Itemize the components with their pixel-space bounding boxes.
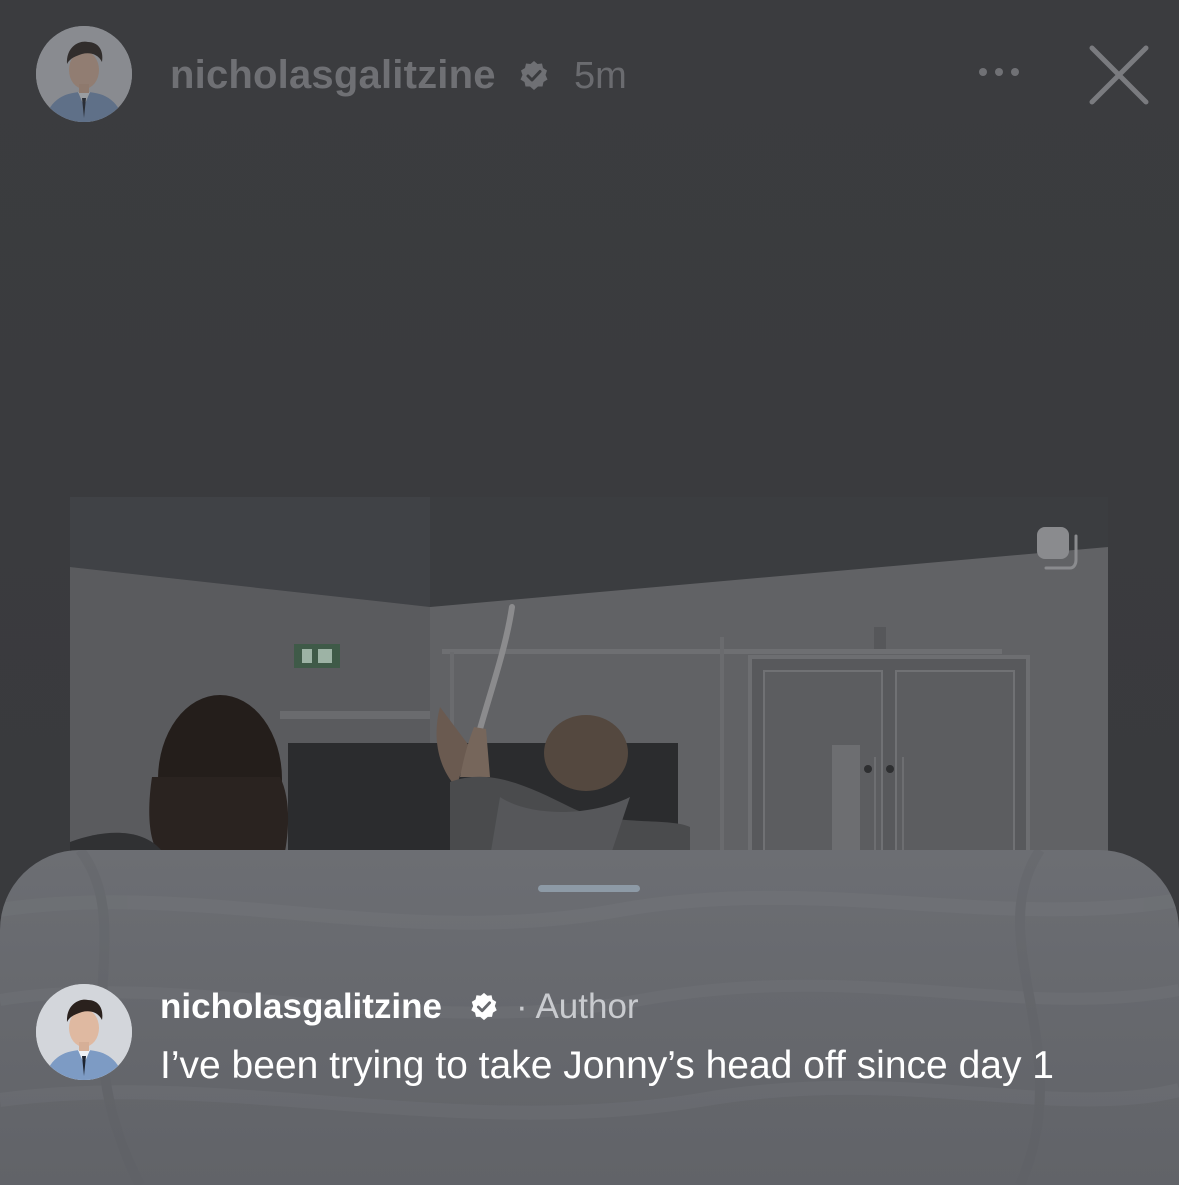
verified-badge-icon <box>520 61 548 90</box>
comment-username[interactable]: nicholasgalitzine <box>160 986 442 1028</box>
story-video[interactable] <box>70 497 1108 857</box>
story-viewer: nicholasgalitzine 5m nicholasgalitzine ·… <box>0 0 1179 1185</box>
more-horizontal-icon[interactable] <box>974 58 1024 86</box>
comment-avatar[interactable] <box>36 984 132 1080</box>
header-username[interactable]: nicholasgalitzine <box>170 52 496 98</box>
avatar-portrait <box>36 984 132 1080</box>
multiple-posts-icon <box>1037 527 1078 570</box>
sheet-drag-handle[interactable] <box>538 885 640 892</box>
verified-badge-icon <box>471 992 497 1021</box>
avatar-portrait <box>36 26 132 122</box>
comment-sheet: nicholasgalitzine · Author I’ve been try… <box>0 850 1179 1185</box>
video-still-image <box>70 497 1108 857</box>
comment-text: I’ve been trying to take Jonny’s head of… <box>160 1044 1054 1087</box>
author-tag: · Author <box>516 987 639 1026</box>
close-icon[interactable] <box>1086 42 1152 108</box>
header-avatar[interactable] <box>36 26 132 122</box>
story-timestamp: 5m <box>574 55 627 97</box>
story-header: nicholasgalitzine 5m <box>0 0 1179 150</box>
